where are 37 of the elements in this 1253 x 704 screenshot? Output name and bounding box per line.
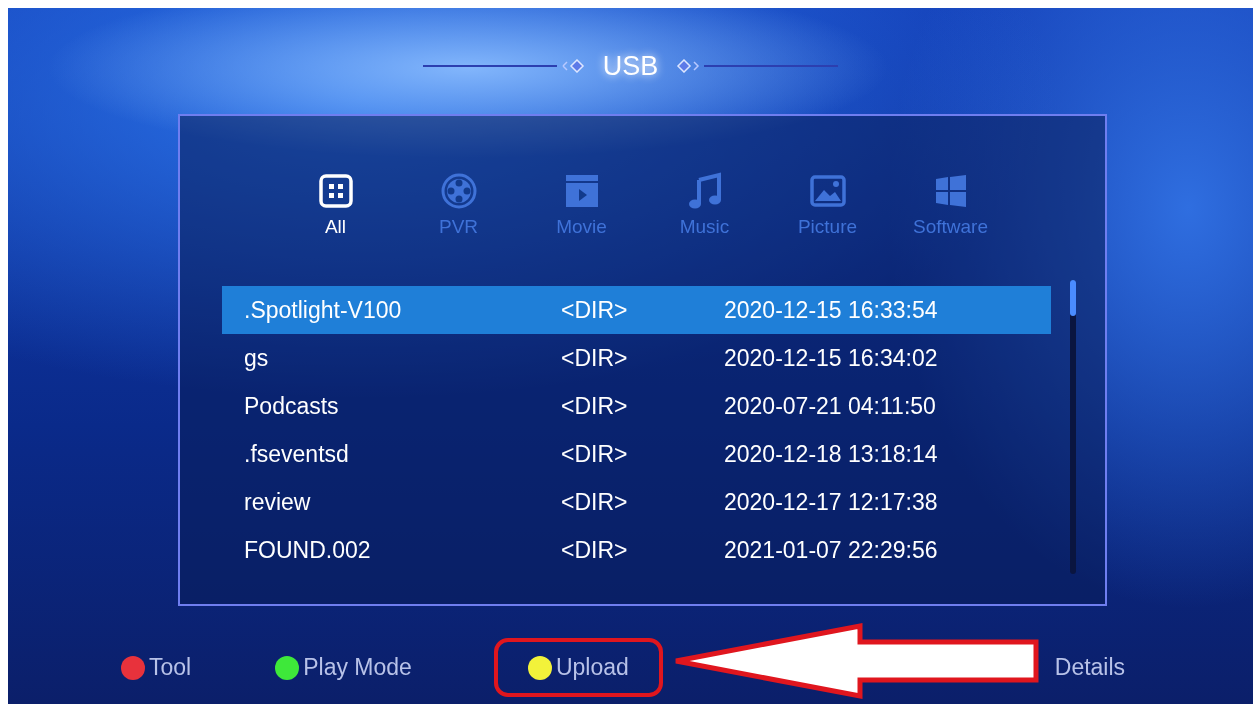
file-type: <DIR> (561, 344, 629, 372)
image-icon (809, 172, 846, 210)
file-row[interactable]: .fseventsd <DIR> 2020-12-18 13:18:14 (222, 430, 1051, 478)
file-row[interactable]: gs <DIR> 2020-12-15 16:34:02 (222, 334, 1051, 382)
file-date: 2020-12-18 13:18:14 (724, 440, 938, 468)
screen-title: USB (601, 50, 660, 82)
file-row[interactable]: .Spotlight-V100 <DIR> 2020-12-15 16:33:54 (222, 286, 1051, 334)
key-label: Details (1054, 654, 1126, 681)
file-type: <DIR> (561, 392, 629, 420)
film-reel-icon (439, 172, 478, 210)
windows-icon (933, 172, 968, 210)
file-date: 2020-12-15 16:33:54 (724, 296, 938, 324)
file-name: gs (243, 344, 270, 372)
category-tab[interactable]: All (274, 172, 397, 238)
file-name: Podcasts (243, 392, 340, 420)
file-type: <DIR> (561, 440, 629, 468)
key-label: Upload (555, 654, 629, 681)
scrollbar[interactable] (1070, 280, 1076, 574)
music-note-icon (686, 172, 723, 210)
key-label: Play Mode (303, 654, 412, 681)
file-name: .Spotlight-V100 (243, 296, 403, 324)
grid-icon (317, 172, 354, 210)
file-type: <DIR> (561, 488, 629, 516)
file-date: 2020-12-15 16:34:02 (724, 344, 938, 372)
key-label: Tool (149, 654, 192, 681)
file-date: 2020-07-21 04:11:50 (724, 392, 936, 420)
file-name: .fseventsd (243, 440, 350, 468)
file-row[interactable]: FOUND.002 <DIR> 2021-01-07 22:29:56 (222, 526, 1051, 574)
file-name: FOUND.002 (243, 536, 372, 564)
clapperboard-icon (563, 172, 600, 210)
file-type: <DIR> (561, 296, 629, 324)
file-row[interactable]: review <DIR> 2020-12-17 12:17:38 (222, 478, 1051, 526)
file-type: <DIR> (561, 536, 629, 564)
file-date: 2021-01-07 22:29:56 (724, 536, 938, 564)
file-row[interactable]: Podcasts <DIR> 2020-07-21 04:11:50 (222, 382, 1051, 430)
file-date: 2020-12-17 12:17:38 (724, 488, 938, 516)
file-name: review (243, 488, 312, 516)
